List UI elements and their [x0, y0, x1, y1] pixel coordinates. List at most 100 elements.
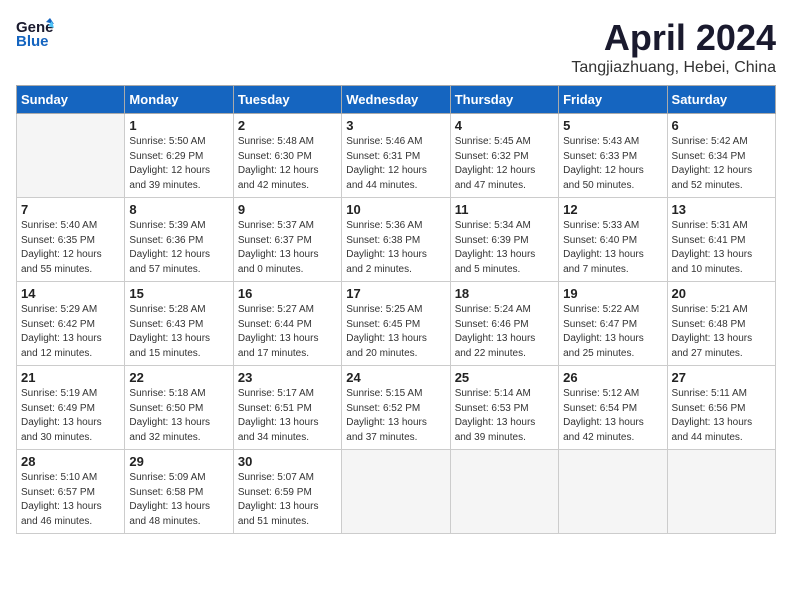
calendar-cell: 1Sunrise: 5:50 AM Sunset: 6:29 PM Daylig… [125, 114, 233, 198]
calendar-cell: 12Sunrise: 5:33 AM Sunset: 6:40 PM Dayli… [559, 198, 667, 282]
column-header-thursday: Thursday [450, 86, 558, 114]
day-number: 25 [455, 370, 554, 385]
calendar-cell: 20 Sunrise: 5:21 AM Sunset: 6:48 PM Dayli… [667, 282, 775, 366]
day-info: Sunrise: 5:11 AM Sunset: 6:56 PM Dayligh… [672, 387, 771, 445]
day-info: Sunrise: 5:42 AM Sunset: 6:34 PM Dayligh… [672, 135, 771, 193]
calendar-cell: 13 Sunrise: 5:31 AM Sunset: 6:41 PM Dayli… [667, 198, 775, 282]
day-number: 19 [563, 286, 662, 301]
day-info: Sunrise: 5:34 AM Sunset: 6:39 PM Dayligh… [455, 219, 554, 277]
calendar-cell: 4Sunrise: 5:45 AM Sunset: 6:32 PM Daylig… [450, 114, 558, 198]
day-number: 29 [129, 454, 228, 469]
calendar-cell: 10 Sunrise: 5:36 AM Sunset: 6:38 PM Dayli… [342, 198, 450, 282]
day-info: Sunrise: 5:28 AM Sunset: 6:43 PM Dayligh… [129, 303, 228, 361]
day-info: Sunrise: 5:15 AM Sunset: 6:52 PM Dayligh… [346, 387, 445, 445]
calendar-cell: 26 Sunrise: 5:12 AM Sunset: 6:54 PM Dayli… [559, 366, 667, 450]
calendar-cell: 3 Sunrise: 5:46 AM Sunset: 6:31 PM Daylig… [342, 114, 450, 198]
day-info: Sunrise: 5:19 AM Sunset: 6:49 PM Dayligh… [21, 387, 120, 445]
calendar-cell: 21 Sunrise: 5:19 AM Sunset: 6:49 PM Dayli… [17, 366, 125, 450]
title-block: April 2024 Tangjiazhuang, Hebei, China [571, 16, 776, 77]
calendar-cell: 18Sunrise: 5:24 AM Sunset: 6:46 PM Dayli… [450, 282, 558, 366]
day-info: Sunrise: 5:22 AM Sunset: 6:47 PM Dayligh… [563, 303, 662, 361]
day-number: 17 [346, 286, 445, 301]
day-number: 23 [238, 370, 337, 385]
calendar-cell [342, 450, 450, 534]
day-number: 2 [238, 118, 337, 133]
calendar-cell: 9Sunrise: 5:37 AM Sunset: 6:37 PM Daylig… [233, 198, 341, 282]
day-info: Sunrise: 5:31 AM Sunset: 6:41 PM Dayligh… [672, 219, 771, 277]
calendar-cell: 11 Sunrise: 5:34 AM Sunset: 6:39 PM Dayli… [450, 198, 558, 282]
day-info: Sunrise: 5:33 AM Sunset: 6:40 PM Dayligh… [563, 219, 662, 277]
calendar-week-3: 14 Sunrise: 5:29 AM Sunset: 6:42 PM Dayli… [17, 282, 776, 366]
day-number: 20 [672, 286, 771, 301]
day-info: Sunrise: 5:10 AM Sunset: 6:57 PM Dayligh… [21, 471, 120, 529]
month-title: April 2024 [571, 16, 776, 59]
calendar-cell: 16 Sunrise: 5:27 AM Sunset: 6:44 PM Dayli… [233, 282, 341, 366]
day-number: 28 [21, 454, 120, 469]
column-header-friday: Friday [559, 86, 667, 114]
day-number: 22 [129, 370, 228, 385]
day-info: Sunrise: 5:14 AM Sunset: 6:53 PM Dayligh… [455, 387, 554, 445]
day-info: Sunrise: 5:27 AM Sunset: 6:44 PM Dayligh… [238, 303, 337, 361]
calendar-cell: 27 Sunrise: 5:11 AM Sunset: 6:56 PM Dayli… [667, 366, 775, 450]
day-number: 30 [238, 454, 337, 469]
day-info: Sunrise: 5:39 AM Sunset: 6:36 PM Dayligh… [129, 219, 228, 277]
calendar-cell: 28 Sunrise: 5:10 AM Sunset: 6:57 PM Dayli… [17, 450, 125, 534]
day-info: Sunrise: 5:21 AM Sunset: 6:48 PM Dayligh… [672, 303, 771, 361]
calendar-week-5: 28 Sunrise: 5:10 AM Sunset: 6:57 PM Dayli… [17, 450, 776, 534]
calendar-cell: 15 Sunrise: 5:28 AM Sunset: 6:43 PM Dayli… [125, 282, 233, 366]
svg-text:Blue: Blue [16, 33, 49, 50]
day-number: 8 [129, 202, 228, 217]
day-number: 7 [21, 202, 120, 217]
calendar-cell: 17Sunrise: 5:25 AM Sunset: 6:45 PM Dayli… [342, 282, 450, 366]
day-info: Sunrise: 5:36 AM Sunset: 6:38 PM Dayligh… [346, 219, 445, 277]
calendar-body: 1Sunrise: 5:50 AM Sunset: 6:29 PM Daylig… [17, 114, 776, 534]
logo: General Blue [16, 16, 54, 52]
day-info: Sunrise: 5:12 AM Sunset: 6:54 PM Dayligh… [563, 387, 662, 445]
day-number: 14 [21, 286, 120, 301]
day-info: Sunrise: 5:17 AM Sunset: 6:51 PM Dayligh… [238, 387, 337, 445]
day-info: Sunrise: 5:50 AM Sunset: 6:29 PM Dayligh… [129, 135, 228, 193]
calendar-week-2: 7 Sunrise: 5:40 AM Sunset: 6:35 PM Daylig… [17, 198, 776, 282]
day-number: 3 [346, 118, 445, 133]
day-info: Sunrise: 5:09 AM Sunset: 6:58 PM Dayligh… [129, 471, 228, 529]
calendar-cell: 22 Sunrise: 5:18 AM Sunset: 6:50 PM Dayli… [125, 366, 233, 450]
calendar-week-1: 1Sunrise: 5:50 AM Sunset: 6:29 PM Daylig… [17, 114, 776, 198]
calendar-cell: 2 Sunrise: 5:48 AM Sunset: 6:30 PM Daylig… [233, 114, 341, 198]
logo-icon: General Blue [16, 16, 54, 52]
calendar-cell: 25 Sunrise: 5:14 AM Sunset: 6:53 PM Dayli… [450, 366, 558, 450]
day-number: 21 [21, 370, 120, 385]
calendar-cell: 14 Sunrise: 5:29 AM Sunset: 6:42 PM Dayli… [17, 282, 125, 366]
day-number: 11 [455, 202, 554, 217]
day-number: 10 [346, 202, 445, 217]
day-number: 15 [129, 286, 228, 301]
day-info: Sunrise: 5:46 AM Sunset: 6:31 PM Dayligh… [346, 135, 445, 193]
calendar-cell: 8 Sunrise: 5:39 AM Sunset: 6:36 PM Daylig… [125, 198, 233, 282]
day-number: 6 [672, 118, 771, 133]
column-header-tuesday: Tuesday [233, 86, 341, 114]
day-number: 18 [455, 286, 554, 301]
day-info: Sunrise: 5:29 AM Sunset: 6:42 PM Dayligh… [21, 303, 120, 361]
calendar-week-4: 21 Sunrise: 5:19 AM Sunset: 6:49 PM Dayli… [17, 366, 776, 450]
calendar-cell: 24 Sunrise: 5:15 AM Sunset: 6:52 PM Dayli… [342, 366, 450, 450]
calendar-cell: 30Sunrise: 5:07 AM Sunset: 6:59 PM Dayli… [233, 450, 341, 534]
day-number: 13 [672, 202, 771, 217]
calendar-cell [450, 450, 558, 534]
day-info: Sunrise: 5:43 AM Sunset: 6:33 PM Dayligh… [563, 135, 662, 193]
day-info: Sunrise: 5:18 AM Sunset: 6:50 PM Dayligh… [129, 387, 228, 445]
calendar-table: SundayMondayTuesdayWednesdayThursdayFrid… [16, 85, 776, 534]
day-info: Sunrise: 5:48 AM Sunset: 6:30 PM Dayligh… [238, 135, 337, 193]
column-header-sunday: Sunday [17, 86, 125, 114]
day-number: 5 [563, 118, 662, 133]
calendar-cell [17, 114, 125, 198]
day-info: Sunrise: 5:45 AM Sunset: 6:32 PM Dayligh… [455, 135, 554, 193]
day-number: 24 [346, 370, 445, 385]
calendar-cell [559, 450, 667, 534]
day-number: 27 [672, 370, 771, 385]
day-number: 9 [238, 202, 337, 217]
location-subtitle: Tangjiazhuang, Hebei, China [571, 59, 776, 77]
day-number: 16 [238, 286, 337, 301]
day-number: 26 [563, 370, 662, 385]
calendar-cell: 5 Sunrise: 5:43 AM Sunset: 6:33 PM Daylig… [559, 114, 667, 198]
day-info: Sunrise: 5:40 AM Sunset: 6:35 PM Dayligh… [21, 219, 120, 277]
calendar-cell: 7 Sunrise: 5:40 AM Sunset: 6:35 PM Daylig… [17, 198, 125, 282]
